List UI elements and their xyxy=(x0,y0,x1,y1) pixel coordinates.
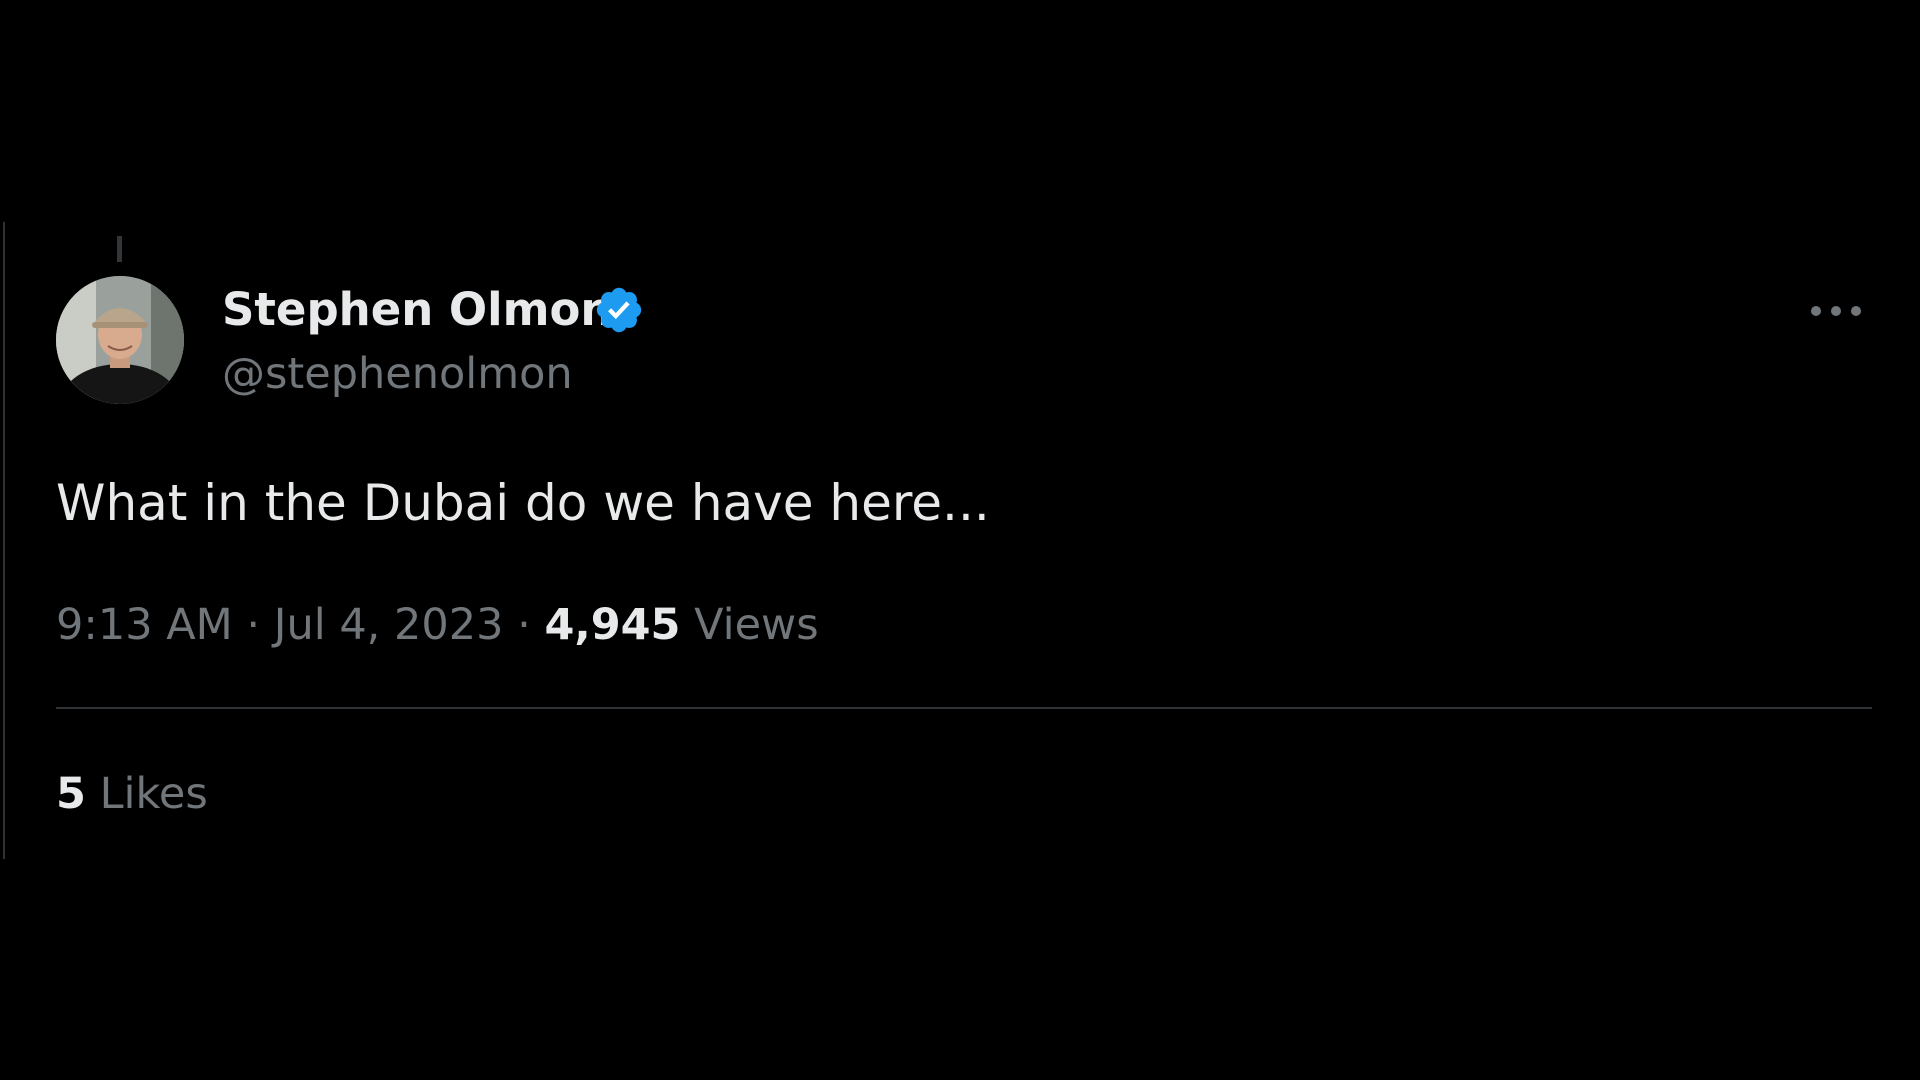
tweet-text: What in the Dubai do we have here... xyxy=(56,474,990,532)
avatar[interactable] xyxy=(56,276,184,404)
likes-count: 5 xyxy=(56,769,86,819)
meta-separator: · xyxy=(246,600,261,650)
tweet-date[interactable]: Jul 4, 2023 xyxy=(274,600,504,650)
likes-link[interactable]: 5 Likes xyxy=(56,767,208,821)
likes-label: Likes xyxy=(99,769,208,819)
tweet-meta: 9:13 AM · Jul 4, 2023 · 4,945 Views xyxy=(56,598,819,652)
more-horizontal-icon[interactable] xyxy=(1808,296,1864,326)
avatar-image xyxy=(56,276,184,404)
thread-connector-line xyxy=(117,236,122,262)
verified-badge-icon xyxy=(596,287,642,333)
tweet-time[interactable]: 9:13 AM xyxy=(56,600,233,650)
author-handle[interactable]: @stephenolmon xyxy=(222,350,573,398)
meta-separator: · xyxy=(517,600,531,650)
author-display-name[interactable]: Stephen Olmon xyxy=(222,286,612,334)
views-label: Views xyxy=(694,600,819,650)
thread-border xyxy=(3,222,5,859)
divider xyxy=(56,707,1872,709)
views-count: 4,945 xyxy=(544,600,681,650)
